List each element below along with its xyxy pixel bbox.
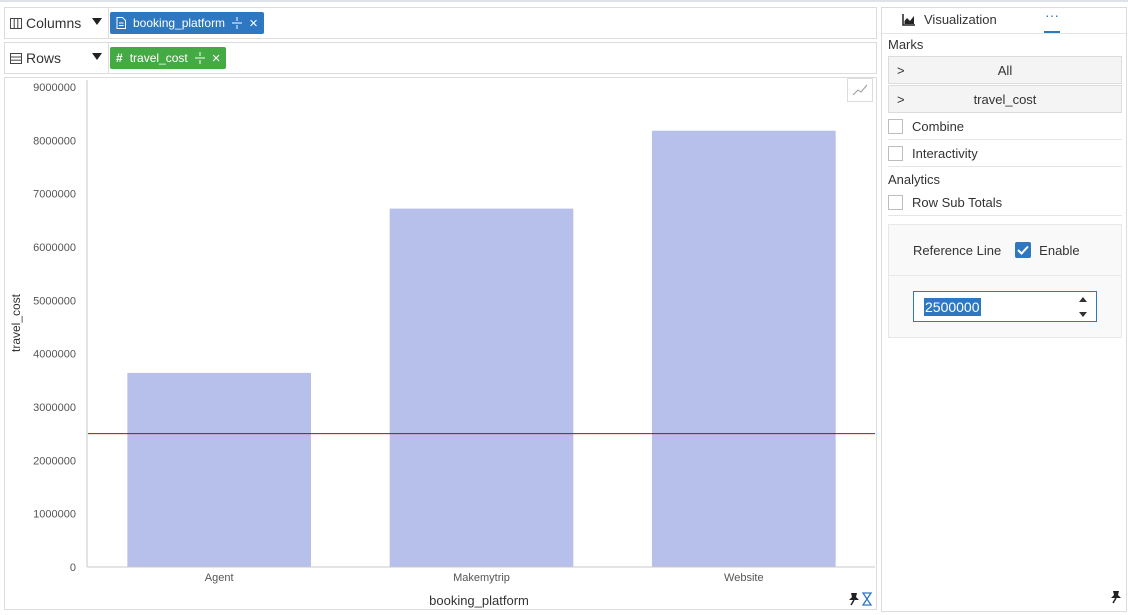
hourglass-icon[interactable] <box>861 592 873 606</box>
row-sub-totals-option[interactable]: Row Sub Totals <box>888 190 1122 216</box>
marks-title: Marks <box>888 37 924 52</box>
x-axis-title: booking_platform <box>429 593 529 608</box>
reference-line-label: Reference Line <box>913 242 1002 258</box>
checkmark-icon <box>1017 245 1029 255</box>
marks-item-all[interactable]: > All <box>888 56 1122 84</box>
enable-checkbox[interactable] <box>1015 242 1032 258</box>
combine-label: Combine <box>912 119 965 134</box>
y-tick-label: 5000000 <box>33 295 76 307</box>
stepper-up-icon[interactable] <box>1079 297 1087 302</box>
tab-visualization[interactable]: Visualization <box>902 12 997 27</box>
y-tick-label: 6000000 <box>33 242 76 254</box>
tab-visualization-label: Visualization <box>924 12 997 27</box>
pin-icon[interactable] <box>1110 591 1122 607</box>
stepper-down-icon[interactable] <box>1079 312 1087 317</box>
y-tick-label: 0 <box>70 562 76 574</box>
x-tick-label: Website <box>724 572 764 584</box>
row-sub-totals-checkbox[interactable] <box>888 195 903 210</box>
x-tick-label: Makemytrip <box>453 572 510 584</box>
marks-item-label: All <box>997 62 1013 78</box>
chevron-right-icon: > <box>897 92 905 107</box>
marks-item-travel-cost[interactable]: > travel_cost <box>888 85 1122 113</box>
analytics-title: Analytics <box>888 172 941 187</box>
combine-option[interactable]: Combine <box>888 114 1122 140</box>
reference-line-settings: Reference Line Enable 2500000 <box>888 224 1122 338</box>
panel-tabs: Visualization ··· <box>882 8 1126 34</box>
interactivity-checkbox[interactable] <box>888 146 903 161</box>
interactivity-label: Interactivity <box>912 146 978 161</box>
properties-panel: Visualization ··· Marks > All > travel_c… <box>881 7 1127 612</box>
number-stepper[interactable] <box>1078 297 1088 317</box>
bar-website[interactable] <box>652 130 836 567</box>
reference-line-header: Reference Line Enable <box>889 225 1121 276</box>
y-tick-label: 8000000 <box>33 135 76 147</box>
y-tick-label: 1000000 <box>33 509 76 521</box>
pin-icon[interactable] <box>849 593 859 606</box>
row-sub-totals-label: Row Sub Totals <box>912 195 1003 210</box>
reference-value-text: 2500000 <box>924 297 981 316</box>
y-tick-label: 9000000 <box>33 82 76 94</box>
reference-value-input[interactable]: 2500000 <box>913 291 1097 322</box>
interactivity-option[interactable]: Interactivity <box>888 141 1122 167</box>
trend-line-icon <box>852 84 868 96</box>
x-tick-label: Agent <box>205 572 234 584</box>
y-tick-label: 4000000 <box>33 349 76 361</box>
chevron-right-icon: > <box>897 63 905 78</box>
combine-checkbox[interactable] <box>888 119 903 134</box>
bar-agent[interactable] <box>127 372 311 567</box>
marks-item-label: travel_cost <box>973 91 1037 107</box>
y-tick-label: 7000000 <box>33 189 76 201</box>
enable-label: Enable <box>1039 242 1080 258</box>
area-chart-icon <box>902 13 915 26</box>
bar-chart: 0 1000000 2000000 3000000 4000000 5000000 6000… <box>9 80 875 608</box>
y-tick-label: 3000000 <box>33 402 76 414</box>
y-axis-title: travel_cost <box>9 293 23 352</box>
tab-more[interactable]: ··· <box>1044 8 1060 33</box>
trend-line-button[interactable] <box>847 78 873 102</box>
y-tick-label: 2000000 <box>33 455 76 467</box>
bar-makemytrip[interactable] <box>389 208 574 567</box>
